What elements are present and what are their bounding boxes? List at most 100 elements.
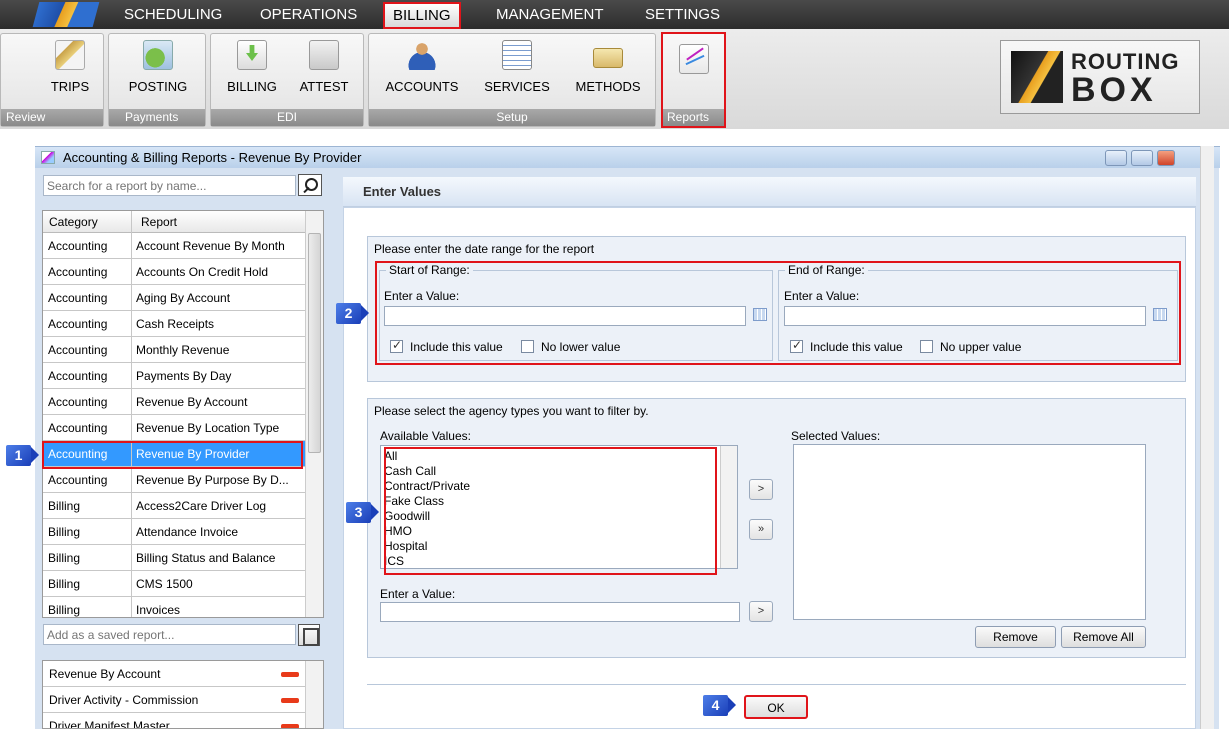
billing-icon: [237, 40, 267, 70]
report-row-category: Billing: [48, 499, 81, 513]
menu-billing[interactable]: BILLING: [383, 2, 461, 29]
saved-reports-list: Revenue By Account Driver Activity - Comm…: [42, 660, 324, 729]
minimize-button[interactable]: [1105, 150, 1127, 166]
methods-icon: [593, 48, 623, 68]
services-button[interactable]: SERVICES: [473, 36, 561, 106]
report-row[interactable]: Accounting Revenue By Account: [43, 389, 305, 415]
logo-text-box: BOX: [1071, 71, 1157, 109]
report-row-name: Accounts On Credit Hold: [136, 265, 269, 279]
footer-divider: [367, 684, 1186, 685]
report-row-name: Payments By Day: [136, 369, 232, 383]
attest-label: ATTEST: [299, 79, 349, 94]
menu-settings[interactable]: SETTINGS: [637, 0, 728, 29]
step-badge-4: 4: [703, 695, 736, 716]
column-divider: [131, 233, 132, 259]
report-row[interactable]: Accounting Monthly Revenue: [43, 337, 305, 363]
add-entered-value-button[interactable]: >: [749, 601, 773, 622]
save-icon[interactable]: [298, 624, 320, 646]
delete-saved-report-icon[interactable]: [281, 724, 299, 728]
routingbox-logo-mark-icon: [1011, 51, 1063, 103]
trips-button[interactable]: TRIPS: [37, 36, 103, 106]
report-grid-scrollbar[interactable]: [305, 211, 323, 617]
column-divider: [131, 363, 132, 389]
saved-reports-scrollbar[interactable]: [305, 661, 323, 728]
report-row-category: Accounting: [48, 265, 108, 279]
column-divider: [131, 597, 132, 617]
report-search-input[interactable]: [43, 175, 296, 196]
date-range-title: Please enter the date range for the repo…: [374, 242, 595, 256]
report-grid-scroll-thumb[interactable]: [308, 233, 321, 453]
report-row[interactable]: Billing Invoices: [43, 597, 305, 617]
report-row[interactable]: Accounting Cash Receipts: [43, 311, 305, 337]
report-row-category: Accounting: [48, 343, 108, 357]
report-grid: Category Report Accounting Account Revenu…: [42, 210, 324, 618]
report-window-title: Accounting & Billing Reports - Revenue B…: [63, 150, 362, 165]
column-divider: [131, 415, 132, 441]
report-row-category: Billing: [48, 603, 81, 617]
ribbon-group-payments: POSTING Payments: [108, 33, 206, 127]
add-all-button[interactable]: »: [749, 519, 773, 540]
report-row[interactable]: Accounting Aging By Account: [43, 285, 305, 311]
report-row[interactable]: Accounting Account Revenue By Month: [43, 233, 305, 259]
report-row[interactable]: Accounting Payments By Day: [43, 363, 305, 389]
saved-report-name-input[interactable]: [43, 624, 296, 645]
report-row[interactable]: Billing Billing Status and Balance: [43, 545, 305, 571]
posting-icon: [143, 40, 173, 70]
methods-label: METHODS: [575, 79, 641, 94]
ribbon-group-setup: ACCOUNTS SERVICES METHODS Setup: [368, 33, 656, 127]
saved-report-item[interactable]: Driver Manifest Master: [43, 713, 305, 729]
saved-report-item[interactable]: Driver Activity - Commission: [43, 687, 305, 713]
menu-management[interactable]: MANAGEMENT: [488, 0, 612, 29]
report-row-category: Billing: [48, 577, 81, 591]
menu-operations[interactable]: OPERATIONS: [252, 0, 365, 29]
accounts-icon: [407, 40, 437, 70]
agency-filter-title: Please select the agency types you want …: [374, 404, 649, 418]
column-divider: [131, 545, 132, 571]
report-row-name: Revenue By Location Type: [136, 421, 280, 435]
date-range-highlight-box: [375, 261, 1181, 365]
maximize-button[interactable]: [1131, 150, 1153, 166]
search-icon[interactable]: [298, 174, 322, 196]
posting-button[interactable]: POSTING: [117, 36, 199, 106]
main-scrollbar[interactable]: [1200, 146, 1214, 729]
close-button[interactable]: [1157, 150, 1175, 166]
saved-report-name: Driver Activity - Commission: [49, 693, 199, 707]
step-badge-3: 3: [346, 502, 379, 523]
saved-report-name: Driver Manifest Master: [49, 719, 170, 729]
group-label-setup: Setup: [369, 109, 655, 126]
available-values-highlight-box: [384, 447, 717, 575]
column-header-report[interactable]: Report: [141, 215, 177, 229]
delete-saved-report-icon[interactable]: [281, 698, 299, 703]
remove-all-button[interactable]: Remove All: [1061, 626, 1146, 648]
menu-scheduling[interactable]: SCHEDULING: [116, 0, 230, 29]
accounts-button[interactable]: ACCOUNTS: [375, 36, 469, 106]
column-divider: [131, 285, 132, 311]
remove-button[interactable]: Remove: [975, 626, 1056, 648]
services-label: SERVICES: [484, 79, 550, 94]
accounts-label: ACCOUNTS: [385, 79, 459, 94]
report-row[interactable]: Billing Access2Care Driver Log: [43, 493, 305, 519]
selected-values-list[interactable]: [793, 444, 1146, 620]
report-row[interactable]: Billing Attendance Invoice: [43, 519, 305, 545]
methods-button[interactable]: METHODS: [565, 36, 651, 106]
report-row[interactable]: Accounting Revenue By Purpose By D...: [43, 467, 305, 493]
report-row[interactable]: Billing CMS 1500: [43, 571, 305, 597]
posting-label: POSTING: [128, 79, 188, 94]
ok-button[interactable]: OK: [744, 695, 808, 719]
agency-value-input[interactable]: [380, 602, 740, 622]
column-header-category[interactable]: Category: [49, 215, 98, 229]
report-row[interactable]: Accounting Accounts On Credit Hold: [43, 259, 305, 285]
saved-report-item[interactable]: Revenue By Account: [43, 661, 305, 687]
app-logo-icon: [32, 2, 100, 27]
add-selected-button[interactable]: >: [749, 479, 773, 500]
selected-row-highlight-box: [42, 441, 303, 469]
available-values-scrollbar[interactable]: [720, 446, 737, 568]
billing-button[interactable]: BILLING: [215, 36, 289, 106]
report-row-name: Account Revenue By Month: [136, 239, 285, 253]
attest-button[interactable]: ATTEST: [289, 36, 359, 106]
column-divider: [131, 571, 132, 597]
delete-saved-report-icon[interactable]: [281, 672, 299, 677]
routingbox-logo: ROUTING BOX: [1000, 40, 1200, 114]
report-row[interactable]: Accounting Revenue By Location Type: [43, 415, 305, 441]
column-divider: [131, 467, 132, 493]
